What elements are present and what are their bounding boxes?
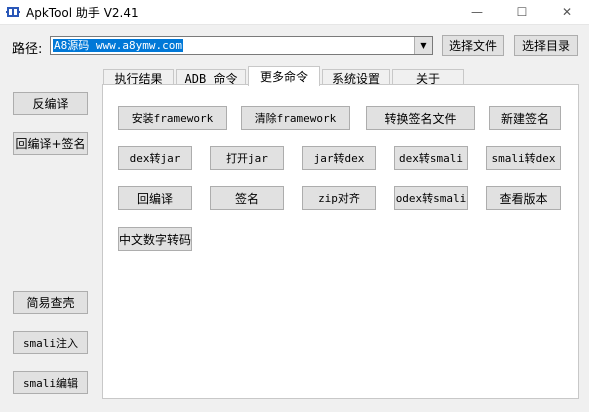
chinese-transcode-button[interactable]: 中文数字转码 — [118, 227, 192, 251]
convert-sign-file-button[interactable]: 转换签名文件 — [366, 106, 475, 130]
install-framework-button[interactable]: 安装framework — [118, 106, 227, 130]
path-combobox[interactable]: A8源码 www.a8ymw.com ▼ — [50, 36, 433, 55]
view-version-button[interactable]: 查看版本 — [486, 186, 561, 210]
odex-to-smali-button[interactable]: odex转smali — [394, 186, 468, 210]
dex-to-smali-button[interactable]: dex转smali — [394, 146, 468, 170]
minimize-button[interactable]: — — [455, 0, 499, 24]
open-jar-button[interactable]: 打开jar — [210, 146, 284, 170]
clear-framework-button[interactable]: 清除framework — [241, 106, 350, 130]
app-icon — [6, 7, 20, 17]
path-label: 路径: — [12, 42, 43, 57]
close-button[interactable]: ✕ — [545, 0, 589, 24]
smali-inject-button[interactable]: smali注入 — [13, 331, 88, 354]
choose-directory-button[interactable]: 选择目录 — [514, 35, 578, 56]
recompile-sign-button[interactable]: 回编译+签名 — [13, 132, 88, 155]
jar-to-dex-button[interactable]: jar转dex — [302, 146, 376, 170]
simple-unpack-button[interactable]: 简易查壳 — [13, 291, 88, 314]
new-signature-button[interactable]: 新建签名 — [489, 106, 561, 130]
smali-edit-button[interactable]: smali编辑 — [13, 371, 88, 394]
chevron-down-icon[interactable]: ▼ — [414, 37, 432, 54]
smali-to-dex-button[interactable]: smali转dex — [486, 146, 561, 170]
dex-to-jar-button[interactable]: dex转jar — [118, 146, 192, 170]
title-bar: ApkTool 助手 V2.41 — ☐ ✕ — [0, 0, 589, 25]
maximize-button[interactable]: ☐ — [500, 0, 544, 24]
decompile-button[interactable]: 反编译 — [13, 92, 88, 115]
tab-more-commands[interactable]: 更多命令 — [248, 66, 320, 86]
window-title: ApkTool 助手 V2.41 — [26, 6, 139, 20]
sign-button[interactable]: 签名 — [210, 186, 284, 210]
path-value[interactable]: A8源码 www.a8ymw.com — [53, 39, 183, 52]
choose-file-button[interactable]: 选择文件 — [442, 35, 504, 56]
recompile-button[interactable]: 回编译 — [118, 186, 192, 210]
zip-align-button[interactable]: zip对齐 — [302, 186, 376, 210]
